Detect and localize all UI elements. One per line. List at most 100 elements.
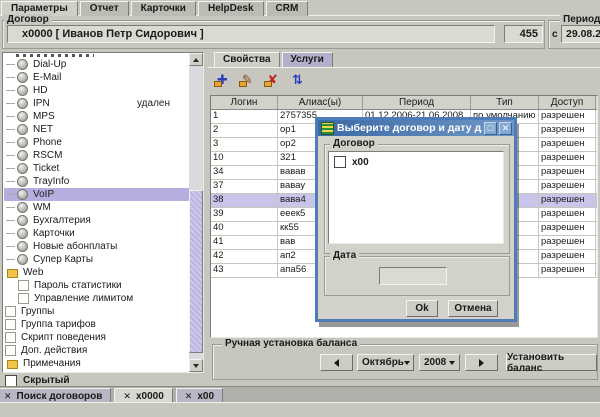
bottom-tab-label: x0000 <box>136 391 164 402</box>
tree-item[interactable]: Карточки <box>4 227 189 240</box>
page-icon <box>5 332 16 343</box>
next-month-button[interactable] <box>465 354 498 371</box>
chevron-down-icon <box>404 361 410 368</box>
top-tab-4[interactable]: CRM <box>266 1 309 16</box>
tree-item[interactable]: Управление лимитом <box>4 292 189 305</box>
tree-item[interactable]: Доп. действия <box>4 344 189 357</box>
tree-item[interactable]: IPNудален <box>4 97 189 110</box>
tree-item[interactable]: E-Mail <box>4 71 189 84</box>
tree-item[interactable]: Скрипт поведения <box>4 331 189 344</box>
tree-item[interactable]: Пароль статистики <box>4 279 189 292</box>
column-header[interactable]: Тип <box>471 96 539 109</box>
tree-branch <box>6 207 15 208</box>
tree-item[interactable]: Dial-Up <box>4 58 189 71</box>
table-cell: разрешен <box>539 152 596 165</box>
top-tab-3[interactable]: HelpDesk <box>198 1 264 16</box>
hidden-checkbox[interactable] <box>5 375 17 387</box>
tree-item[interactable]: TrayInfo <box>4 175 189 188</box>
ok-button[interactable]: Ok <box>406 300 438 317</box>
module-icon <box>17 163 28 174</box>
tree-item[interactable]: Группа тарифов <box>4 318 189 331</box>
table-cell: разрешен <box>539 110 596 123</box>
table-cell: 37 <box>211 180 278 193</box>
tree-item-label: HD <box>33 84 47 97</box>
table-cell <box>596 236 598 249</box>
module-icon <box>17 228 28 239</box>
tree-item[interactable]: Новые абонплаты <box>4 240 189 253</box>
cancel-button[interactable]: Отмена <box>448 300 498 317</box>
tree-item[interactable]: VoIP <box>4 188 189 201</box>
top-tab-2[interactable]: Карточки <box>131 1 196 16</box>
period-from-date-field[interactable]: 29.08.2 <box>561 25 600 43</box>
contract-checkbox[interactable] <box>334 156 346 168</box>
table-cell: разрешен <box>539 250 596 263</box>
page-icon <box>5 345 16 356</box>
tree-item[interactable]: Группы <box>4 305 189 318</box>
tree-branch <box>6 233 15 234</box>
days-field[interactable]: 455 <box>504 25 543 43</box>
tree-branch <box>6 103 15 104</box>
tree-item-label: RSCM <box>33 149 62 162</box>
table-cell: разрешен <box>539 180 596 193</box>
tree-item[interactable]: Web <box>4 266 189 279</box>
add-button[interactable]: ✚ <box>213 71 232 89</box>
refresh-button[interactable]: ⇅ <box>288 71 307 89</box>
tree-item[interactable]: WM <box>4 201 189 214</box>
delete-button[interactable]: ✘ <box>263 71 282 89</box>
bottom-tab-1[interactable]: ✕ x0000 <box>114 388 172 403</box>
date-input[interactable] <box>379 267 447 285</box>
scroll-down-button[interactable] <box>189 359 203 372</box>
prev-month-button[interactable] <box>320 354 353 371</box>
period-group-label: Период <box>560 14 600 25</box>
tree-branch <box>6 194 15 195</box>
tree-item[interactable]: Бухгалтерия <box>4 214 189 227</box>
tree-item[interactable]: Ticket <box>4 162 189 175</box>
table-cell: 1 <box>211 110 278 123</box>
close-button[interactable]: ✕ <box>499 122 512 135</box>
table-cell: в <box>596 222 598 235</box>
service-tree: Dial-UpE-MailHDIPNудаленMPSNETPhoneRSCMT… <box>4 53 189 370</box>
column-header[interactable] <box>596 96 598 109</box>
tree-branch <box>6 64 15 65</box>
close-icon[interactable]: ✕ <box>4 391 12 402</box>
column-header[interactable]: Алиас(ы) <box>278 96 363 109</box>
edit-button[interactable]: ✎ <box>238 71 257 89</box>
tree-item[interactable]: HD <box>4 84 189 97</box>
tree-item[interactable]: Супер Карты <box>4 253 189 266</box>
close-icon[interactable]: ✕ <box>185 391 193 402</box>
scrollbar-thumb[interactable] <box>189 190 203 353</box>
column-header[interactable]: Доступ <box>539 96 596 109</box>
column-header[interactable]: Логин <box>211 96 278 109</box>
module-icon <box>17 85 28 96</box>
tree-item-label: VoIP <box>33 188 54 201</box>
maximize-button[interactable]: □ <box>484 122 497 135</box>
top-tab-1[interactable]: Отчет <box>80 1 129 16</box>
month-select[interactable]: Октябрь <box>357 354 414 371</box>
bottom-tab-2[interactable]: ✕x00 <box>176 388 223 403</box>
set-balance-button[interactable]: Установить баланс <box>506 354 597 371</box>
table-cell <box>596 152 598 165</box>
dialog-title-bar[interactable]: Выберите договор и дату для □ ✕ <box>318 120 514 136</box>
tree-branch <box>6 220 15 221</box>
folder-icon <box>7 269 18 278</box>
close-icon[interactable]: ✕ <box>123 391 131 402</box>
tree-item[interactable]: NET <box>4 123 189 136</box>
panel-tab-0[interactable]: Свойства <box>214 52 280 67</box>
contract-list-item[interactable]: x00 <box>331 155 503 169</box>
tree-item[interactable]: MPS <box>4 110 189 123</box>
contract-combo[interactable]: x0000 [ Иванов Петр Сидорович ] <box>7 25 495 43</box>
refresh-icon: ⇅ <box>292 71 303 89</box>
table-cell: 42 <box>211 250 278 263</box>
tree-item[interactable]: Phone <box>4 136 189 149</box>
module-icon <box>17 254 28 265</box>
bottom-tab-label: Поиск договоров <box>17 391 103 402</box>
tree-item[interactable]: RSCM <box>4 149 189 162</box>
tree-item[interactable]: Примечания <box>4 357 189 370</box>
bottom-tab-0[interactable]: ✕ Поиск договоров <box>0 388 111 403</box>
tree-scrollbar[interactable] <box>189 53 203 372</box>
year-select[interactable]: 2008 <box>419 354 460 371</box>
panel-tab-1[interactable]: Услуги <box>282 52 333 67</box>
tree-item-label: Новые абонплаты <box>33 240 117 253</box>
scroll-up-button[interactable] <box>189 53 203 66</box>
column-header[interactable]: Период <box>363 96 471 109</box>
